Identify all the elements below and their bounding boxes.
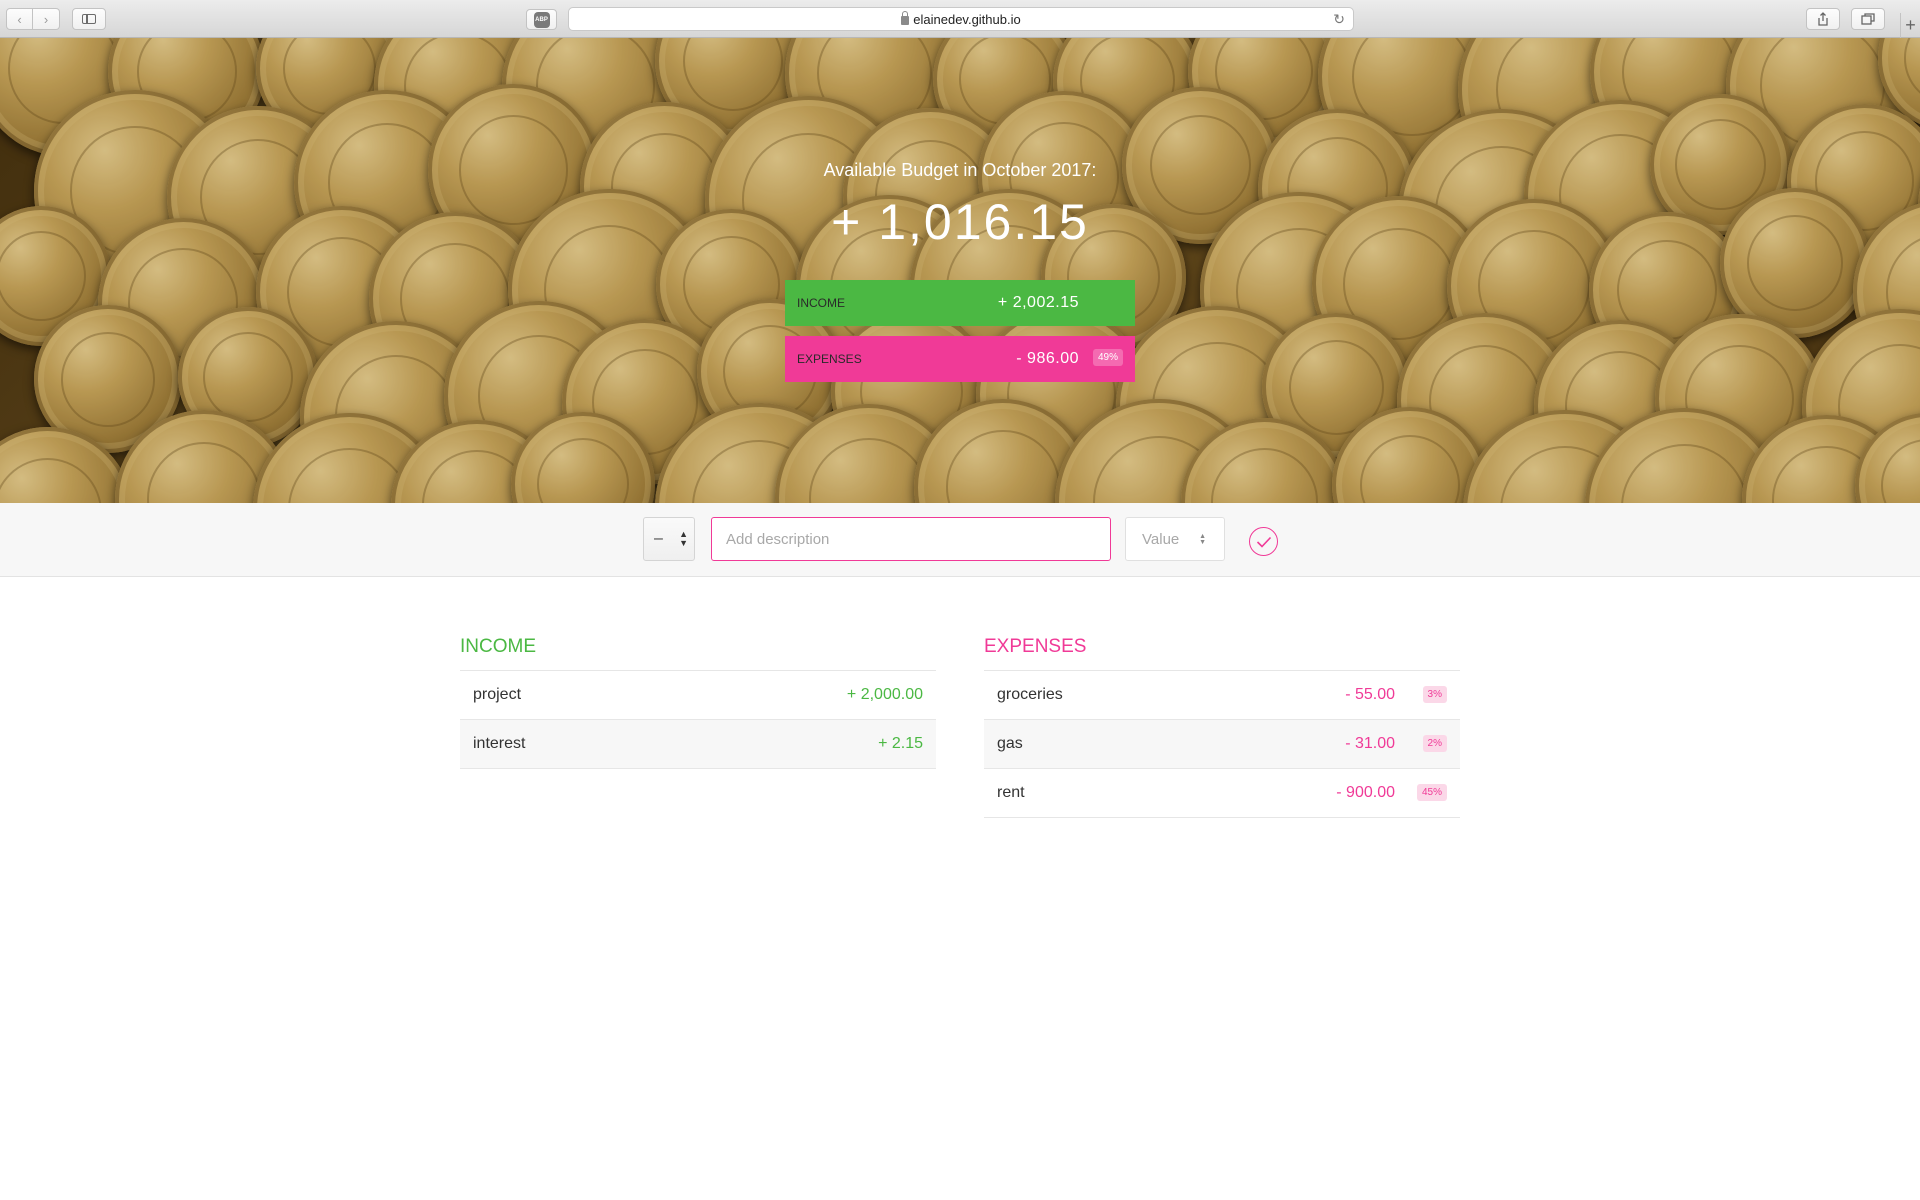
lock-icon [901, 10, 910, 25]
description-input[interactable] [711, 517, 1111, 561]
list-item[interactable]: rent - 900.00 45% [984, 769, 1460, 818]
value-input[interactable]: Value ▲ ▼ [1125, 517, 1225, 561]
add-button[interactable] [1249, 527, 1278, 556]
new-tab-button[interactable]: + [1900, 13, 1920, 38]
adblock-button[interactable]: ABP [526, 9, 557, 30]
item-value: + 2.15 [878, 735, 923, 752]
item-value: - 31.00 [1345, 735, 1395, 752]
tabs-icon [1861, 13, 1875, 25]
item-description: rent [997, 784, 1025, 801]
chevron-right-icon: › [43, 11, 49, 27]
share-button[interactable] [1806, 8, 1840, 30]
income-summary-value: + 2,002.15 [997, 294, 1079, 311]
expenses-summary: Expenses - 986.00 49% [785, 336, 1135, 382]
income-summary: Income + 2,002.15 [785, 280, 1135, 326]
back-button[interactable]: ‹ [6, 8, 33, 30]
item-percentage-badge: 3% [1422, 686, 1447, 703]
income-list: Income project + 2,000.00 interest + 2.1… [460, 636, 936, 769]
item-description: project [473, 686, 522, 703]
sidebar-icon [82, 14, 96, 24]
value-placeholder: Value [1142, 530, 1180, 548]
type-select-value: – [654, 530, 663, 547]
plus-icon: + [1905, 15, 1916, 35]
item-percentage-badge: 45% [1416, 784, 1447, 801]
url-text: elainedev.github.io [913, 11, 1021, 27]
list-item[interactable]: interest + 2.15 [460, 720, 936, 769]
select-arrows-icon: ▲ ▼ [679, 529, 688, 548]
item-description: groceries [997, 686, 1063, 703]
browser-toolbar: ‹ › ABP elainedev.github.io ↻ + [0, 0, 1920, 38]
sidebar-toggle-button[interactable] [72, 8, 106, 30]
address-bar[interactable]: elainedev.github.io ↻ [568, 7, 1354, 31]
budget-title: Available Budget in October 2017: [823, 160, 1097, 180]
item-description: gas [997, 735, 1023, 752]
item-value: + 2,000.00 [846, 686, 923, 703]
item-value: - 900.00 [1336, 784, 1395, 801]
checkmark-icon [1256, 536, 1271, 548]
item-percentage-badge: 2% [1422, 735, 1447, 752]
item-description: interest [473, 735, 526, 752]
list-item[interactable]: groceries - 55.00 3% [984, 671, 1460, 720]
income-list-title: Income [460, 636, 936, 671]
reload-icon[interactable]: ↻ [1333, 11, 1345, 28]
expenses-list-title: Expenses [984, 636, 1460, 671]
spinner-arrows-icon: ▲ ▼ [1199, 533, 1206, 546]
tabs-overview-button[interactable] [1851, 8, 1885, 30]
forward-button[interactable]: › [33, 8, 60, 30]
add-item-bar: – ▲▼ Value ▲▼ [0, 503, 1920, 577]
chevron-left-icon: ‹ [17, 11, 22, 27]
expenses-summary-value: - 986.00 [1016, 350, 1079, 367]
list-item[interactable]: project + 2,000.00 [460, 671, 936, 720]
budget-header: Available Budget in October 2017: + 1,01… [0, 38, 1920, 503]
adblock-icon: ABP [533, 11, 550, 28]
type-select[interactable]: – ▲ ▼ [643, 517, 695, 561]
expenses-summary-label: Expenses [797, 352, 862, 366]
share-icon [1818, 12, 1828, 26]
income-summary-label: Income [797, 296, 845, 310]
expenses-list: Expenses groceries - 55.00 3% gas - 31.0… [984, 636, 1460, 818]
item-value: - 55.00 [1345, 686, 1395, 703]
expenses-percentage-badge: 49% [1092, 349, 1123, 366]
budget-value: + 1,016.15 [831, 194, 1089, 250]
list-item[interactable]: gas - 31.00 2% [984, 720, 1460, 769]
